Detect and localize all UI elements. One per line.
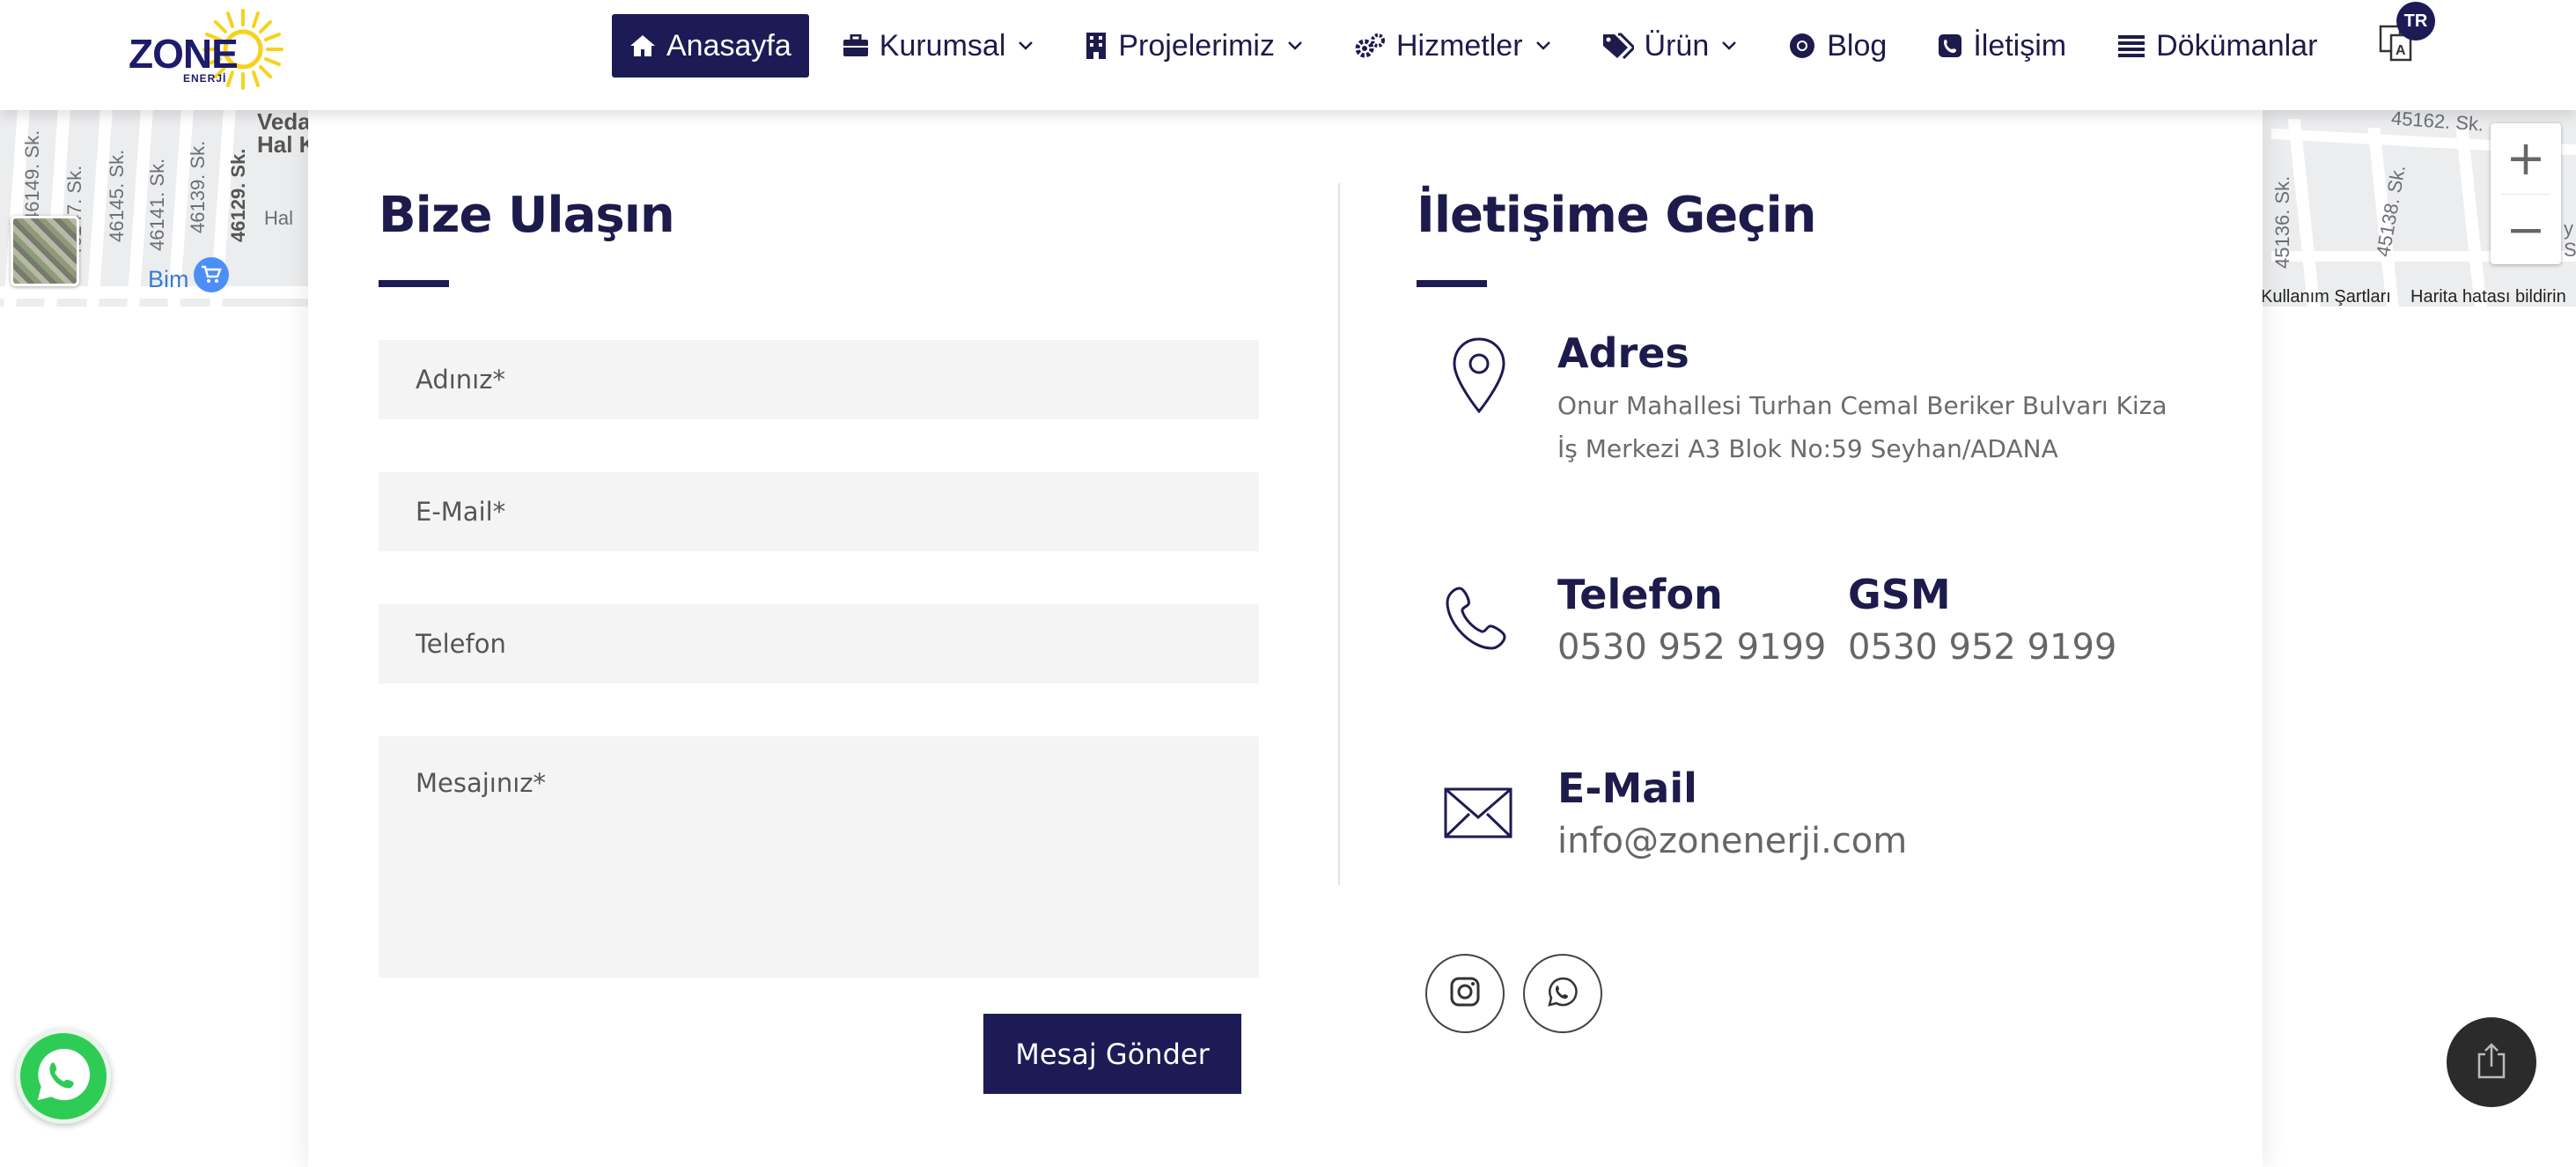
whatsapp-button[interactable] (1523, 954, 1602, 1033)
name-input[interactable] (379, 340, 1259, 419)
instagram-button[interactable] (1425, 954, 1505, 1033)
share-icon (2477, 1042, 2506, 1083)
whatsapp-float-button[interactable] (16, 1029, 111, 1124)
home-icon (629, 34, 656, 57)
nav-item-iletisim[interactable]: İletişim (1920, 14, 2084, 78)
address-line-1: Onur Mahallesi Turhan Cemal Beriker Bulv… (1557, 391, 2168, 420)
contact-info-title: İletişime Geçin (1417, 187, 1817, 244)
send-message-button[interactable]: Mesaj Gönder (983, 1014, 1241, 1094)
map-street-label: 46149. Sk. (21, 129, 43, 223)
list-icon (2117, 34, 2145, 57)
gsm-value[interactable]: 0530 952 9199 (1848, 627, 2116, 668)
briefcase-icon (843, 34, 869, 57)
logo-subtext: ENERJİ (183, 72, 227, 85)
svg-text:A: A (2396, 43, 2406, 58)
envelope-icon (1444, 787, 1512, 843)
map-place-label: Hal (264, 207, 294, 229)
address-line-2: İş Merkezi A3 Blok No:59 Seyhan/ADANA (1557, 434, 2058, 463)
title-underline (379, 280, 449, 287)
phone-square-icon (1938, 33, 1962, 58)
map-street-label: S (2564, 239, 2576, 261)
address-label: Adres (1557, 329, 1689, 377)
message-textarea[interactable] (379, 736, 1259, 978)
gsm-label: GSM (1848, 571, 1951, 618)
map-street-label: 45136. Sk. (2271, 175, 2293, 269)
chevron-down-icon (1535, 41, 1551, 51)
zoom-in-button[interactable]: + (2491, 123, 2561, 194)
location-pin-icon (1451, 336, 1507, 420)
nav-item-urun[interactable]: Ürün (1585, 14, 1755, 78)
chevron-down-icon (1018, 41, 1034, 51)
contact-form-title: Bize Ulaşın (379, 187, 675, 244)
email-value[interactable]: info@zonenerji.com (1557, 821, 1907, 861)
map-street (2455, 128, 2487, 307)
phone-icon (1444, 585, 1511, 658)
map-street-label: 46129. Sk. (227, 148, 249, 242)
chrome-icon (1788, 32, 1816, 60)
zoom-out-button[interactable]: − (2491, 195, 2561, 265)
gears-icon (1354, 33, 1386, 59)
map-street-label: 46145. Sk. (106, 149, 128, 242)
map-report-link[interactable]: Harita hatası bildirin (2410, 287, 2566, 307)
building-icon (1085, 32, 1108, 60)
chevron-down-icon (1287, 41, 1303, 51)
logo-text: ZONE (129, 31, 239, 77)
nav-item-blog[interactable]: Blog (1770, 14, 1904, 78)
nav-item-hizmetler[interactable]: Hizmetler (1336, 14, 1569, 78)
whatsapp-icon (33, 1044, 94, 1110)
nav-item-anasayfa[interactable]: Anasayfa (612, 14, 809, 78)
map-poi-label: Bim (148, 266, 189, 292)
address-text: Onur Mahallesi Turhan Cemal Beriker Bulv… (1557, 384, 2174, 470)
email-input[interactable] (379, 472, 1259, 551)
phone-label: Telefon (1557, 571, 1723, 618)
column-divider (1338, 183, 1340, 885)
map-street-label: 46141. Sk. (146, 158, 168, 251)
site-header: ZONE ENERJİ Anasayfa Kurumsal Projelerim… (0, 0, 2576, 110)
title-underline (1417, 280, 1487, 287)
chevron-down-icon (1721, 41, 1737, 51)
tags-icon (1602, 33, 1634, 59)
phone-value[interactable]: 0530 952 9199 (1557, 627, 1826, 668)
map-terms-link[interactable]: Kullanım Şartları (2261, 287, 2391, 307)
map-satellite-toggle[interactable] (11, 216, 79, 286)
shopping-cart-pin-icon[interactable] (194, 257, 229, 292)
instagram-icon (1449, 976, 1481, 1012)
whatsapp-icon (1547, 976, 1579, 1012)
map-street-label: 46139. Sk. (187, 140, 209, 233)
email-label: E-Mail (1557, 764, 1697, 812)
nav-item-kurumsal[interactable]: Kurumsal (825, 14, 1052, 78)
language-badge[interactable]: TR (2396, 2, 2435, 41)
map-street-label: y (2564, 218, 2573, 240)
map-zoom-control: + − (2491, 123, 2561, 264)
share-float-button[interactable] (2447, 1017, 2536, 1107)
phone-input[interactable] (379, 604, 1259, 683)
map-place-label: Hal K (257, 131, 316, 158)
nav-item-projelerimiz[interactable]: Projelerimiz (1067, 14, 1321, 78)
map-street-label: 45162. Sk. (2390, 110, 2484, 136)
nav-item-dokumanlar[interactable]: Dökümanlar (2100, 14, 2335, 78)
main-nav: Anasayfa Kurumsal Projelerimiz Hizmetler… (612, 14, 2351, 78)
site-logo[interactable]: ZONE ENERJİ (129, 7, 283, 92)
